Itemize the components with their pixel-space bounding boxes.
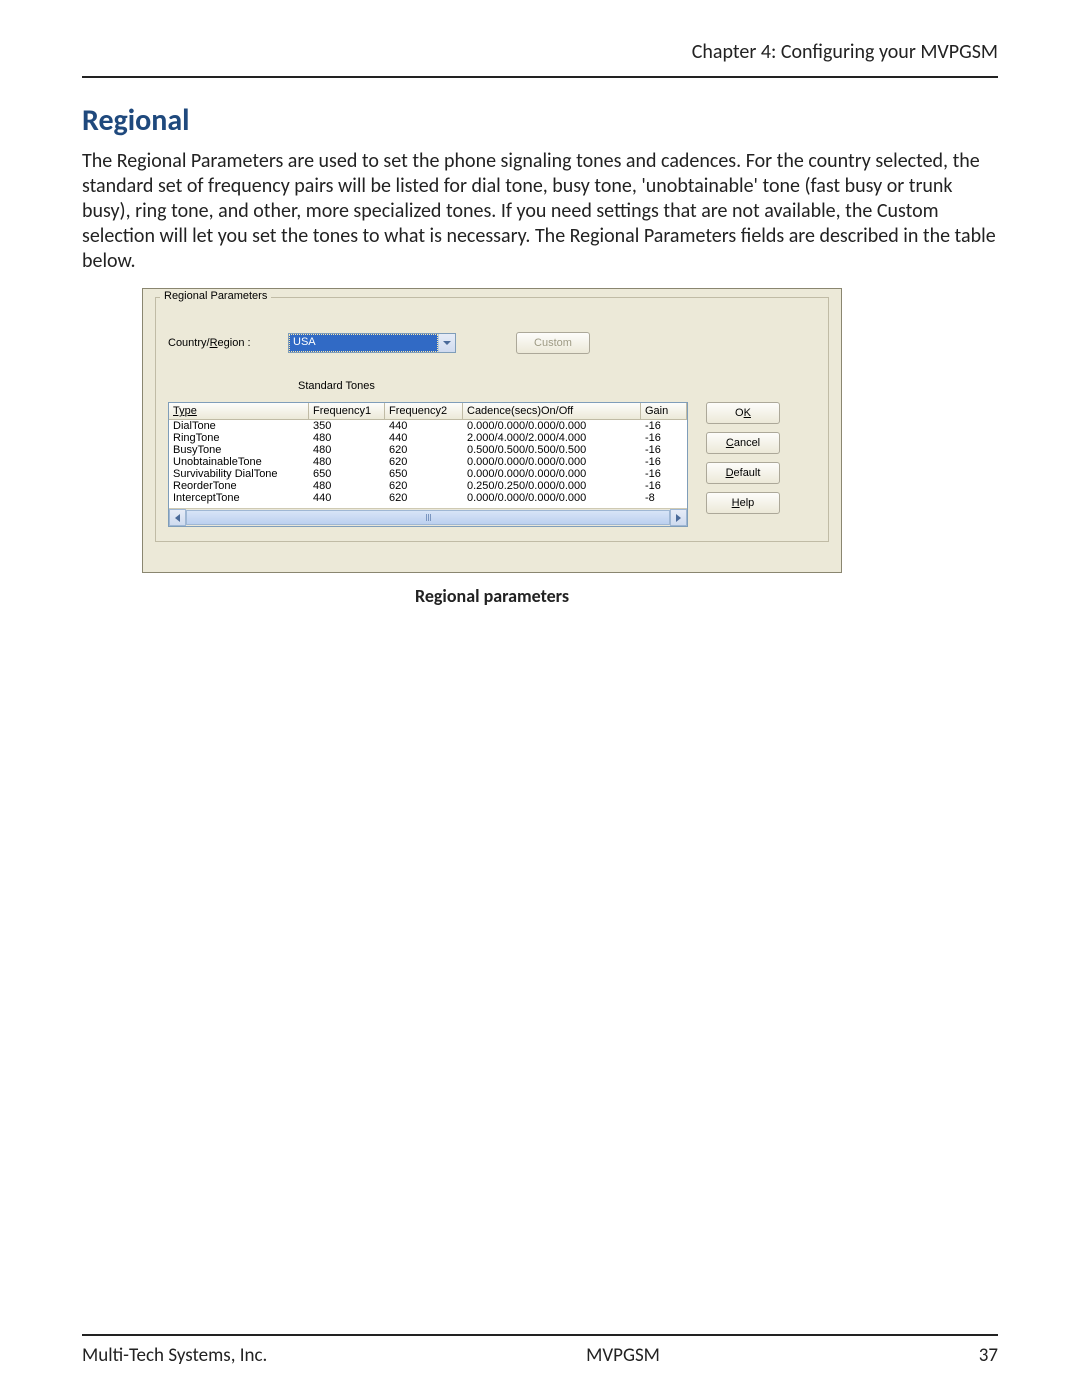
cell-cadence: 2.000/4.000/2.000/4.000 — [463, 432, 641, 444]
horizontal-scrollbar[interactable] — [169, 508, 687, 526]
scroll-right-icon[interactable] — [670, 509, 687, 526]
btn-mnemonic: H — [732, 497, 740, 509]
cell-frequency1: 480 — [309, 456, 385, 468]
help-button[interactable]: Help — [706, 492, 780, 514]
cancel-button[interactable]: Cancel — [706, 432, 780, 454]
btn-text: efault — [734, 467, 761, 479]
table-row[interactable]: RingTone4804402.000/4.000/2.000/4.000-16 — [169, 432, 687, 444]
cell-gain: -8 — [641, 492, 687, 504]
cell-cadence: 0.500/0.500/0.500/0.500 — [463, 444, 641, 456]
btn-text: ancel — [734, 437, 760, 449]
cell-type: DialTone — [169, 420, 309, 432]
regional-parameters-groupbox: Regional Parameters Country/Region : USA… — [155, 297, 829, 542]
cell-gain: -16 — [641, 456, 687, 468]
cell-frequency1: 480 — [309, 480, 385, 492]
label-text: egion : — [218, 337, 251, 349]
listview-body: DialTone3504400.000/0.000/0.000/0.000-16… — [169, 420, 687, 508]
footer-page-number: 37 — [979, 1344, 998, 1367]
cell-type: InterceptTone — [169, 492, 309, 504]
table-row[interactable]: ReorderTone4806200.250/0.250/0.000/0.000… — [169, 480, 687, 492]
default-button[interactable]: Default — [706, 462, 780, 484]
table-row[interactable]: UnobtainableTone4806200.000/0.000/0.000/… — [169, 456, 687, 468]
cell-frequency2: 620 — [385, 456, 463, 468]
btn-text: O — [735, 407, 744, 419]
table-row[interactable]: InterceptTone4406200.000/0.000/0.000/0.0… — [169, 492, 687, 504]
cell-cadence: 0.000/0.000/0.000/0.000 — [463, 492, 641, 504]
cell-frequency2: 650 — [385, 468, 463, 480]
btn-text: elp — [740, 497, 755, 509]
table-row[interactable]: Survivability DialTone6506500.000/0.000/… — [169, 468, 687, 480]
label-mnemonic: R — [210, 337, 218, 349]
cell-frequency1: 650 — [309, 468, 385, 480]
footer-company: Multi-Tech Systems, Inc. — [82, 1344, 267, 1367]
table-row[interactable]: DialTone3504400.000/0.000/0.000/0.000-16 — [169, 420, 687, 432]
scrollbar-thumb[interactable] — [186, 510, 670, 525]
col-gain[interactable]: Gain — [641, 403, 687, 419]
cell-frequency1: 480 — [309, 432, 385, 444]
scrollbar-track[interactable] — [186, 509, 670, 526]
cell-gain: -16 — [641, 432, 687, 444]
cell-frequency2: 440 — [385, 432, 463, 444]
cell-gain: -16 — [641, 480, 687, 492]
cell-frequency1: 480 — [309, 444, 385, 456]
ok-button[interactable]: OK — [706, 402, 780, 424]
figure-caption: Regional parameters — [82, 585, 902, 607]
button-column: OK Cancel Default Help — [706, 402, 780, 514]
cell-frequency2: 620 — [385, 492, 463, 504]
footer-product: MVPGSM — [586, 1344, 660, 1367]
listview-header: Type Frequency1 Frequency2 Cadence(secs)… — [169, 403, 687, 420]
cell-cadence: 0.000/0.000/0.000/0.000 — [463, 468, 641, 480]
cell-type: Survivability DialTone — [169, 468, 309, 480]
cell-type: BusyTone — [169, 444, 309, 456]
cell-gain: -16 — [641, 420, 687, 432]
col-cadence[interactable]: Cadence(secs)On/Off — [463, 403, 641, 419]
scroll-left-icon[interactable] — [169, 509, 186, 526]
custom-button: Custom — [516, 332, 590, 354]
tones-listview[interactable]: Type Frequency1 Frequency2 Cadence(secs)… — [168, 402, 688, 527]
section-paragraph: The Regional Parameters are used to set … — [82, 149, 998, 274]
section-title: Regional — [82, 102, 998, 139]
cell-gain: -16 — [641, 468, 687, 480]
col-frequency2[interactable]: Frequency2 — [385, 403, 463, 419]
cell-frequency2: 440 — [385, 420, 463, 432]
country-region-value: USA — [289, 334, 438, 352]
groupbox-legend: Regional Parameters — [160, 290, 271, 302]
btn-mnemonic: C — [726, 437, 734, 449]
cell-frequency2: 620 — [385, 480, 463, 492]
header-rule — [82, 76, 998, 78]
standard-tones-label: Standard Tones — [298, 380, 816, 392]
btn-mnemonic: D — [726, 467, 734, 479]
cell-gain: -16 — [641, 444, 687, 456]
cell-cadence: 0.250/0.250/0.000/0.000 — [463, 480, 641, 492]
country-row: Country/Region : USA Custom — [168, 332, 816, 354]
country-region-combobox[interactable]: USA — [288, 333, 456, 353]
cell-cadence: 0.000/0.000/0.000/0.000 — [463, 420, 641, 432]
cell-type: RingTone — [169, 432, 309, 444]
cell-cadence: 0.000/0.000/0.000/0.000 — [463, 456, 641, 468]
country-label: Country/Region : — [168, 337, 278, 349]
chapter-header: Chapter 4: Configuring your MVPGSM — [82, 40, 998, 70]
cell-frequency1: 350 — [309, 420, 385, 432]
chevron-down-icon[interactable] — [438, 334, 455, 352]
btn-mnemonic: K — [744, 407, 751, 419]
label-text: Country/ — [168, 337, 210, 349]
cell-type: UnobtainableTone — [169, 456, 309, 468]
page-footer: Multi-Tech Systems, Inc. MVPGSM 37 — [82, 1334, 998, 1367]
regional-parameters-panel: Regional Parameters Country/Region : USA… — [142, 288, 842, 573]
col-frequency1[interactable]: Frequency1 — [309, 403, 385, 419]
cell-frequency1: 440 — [309, 492, 385, 504]
cell-frequency2: 620 — [385, 444, 463, 456]
col-type[interactable]: Type — [169, 403, 309, 419]
table-row[interactable]: BusyTone4806200.500/0.500/0.500/0.500-16 — [169, 444, 687, 456]
cell-type: ReorderTone — [169, 480, 309, 492]
